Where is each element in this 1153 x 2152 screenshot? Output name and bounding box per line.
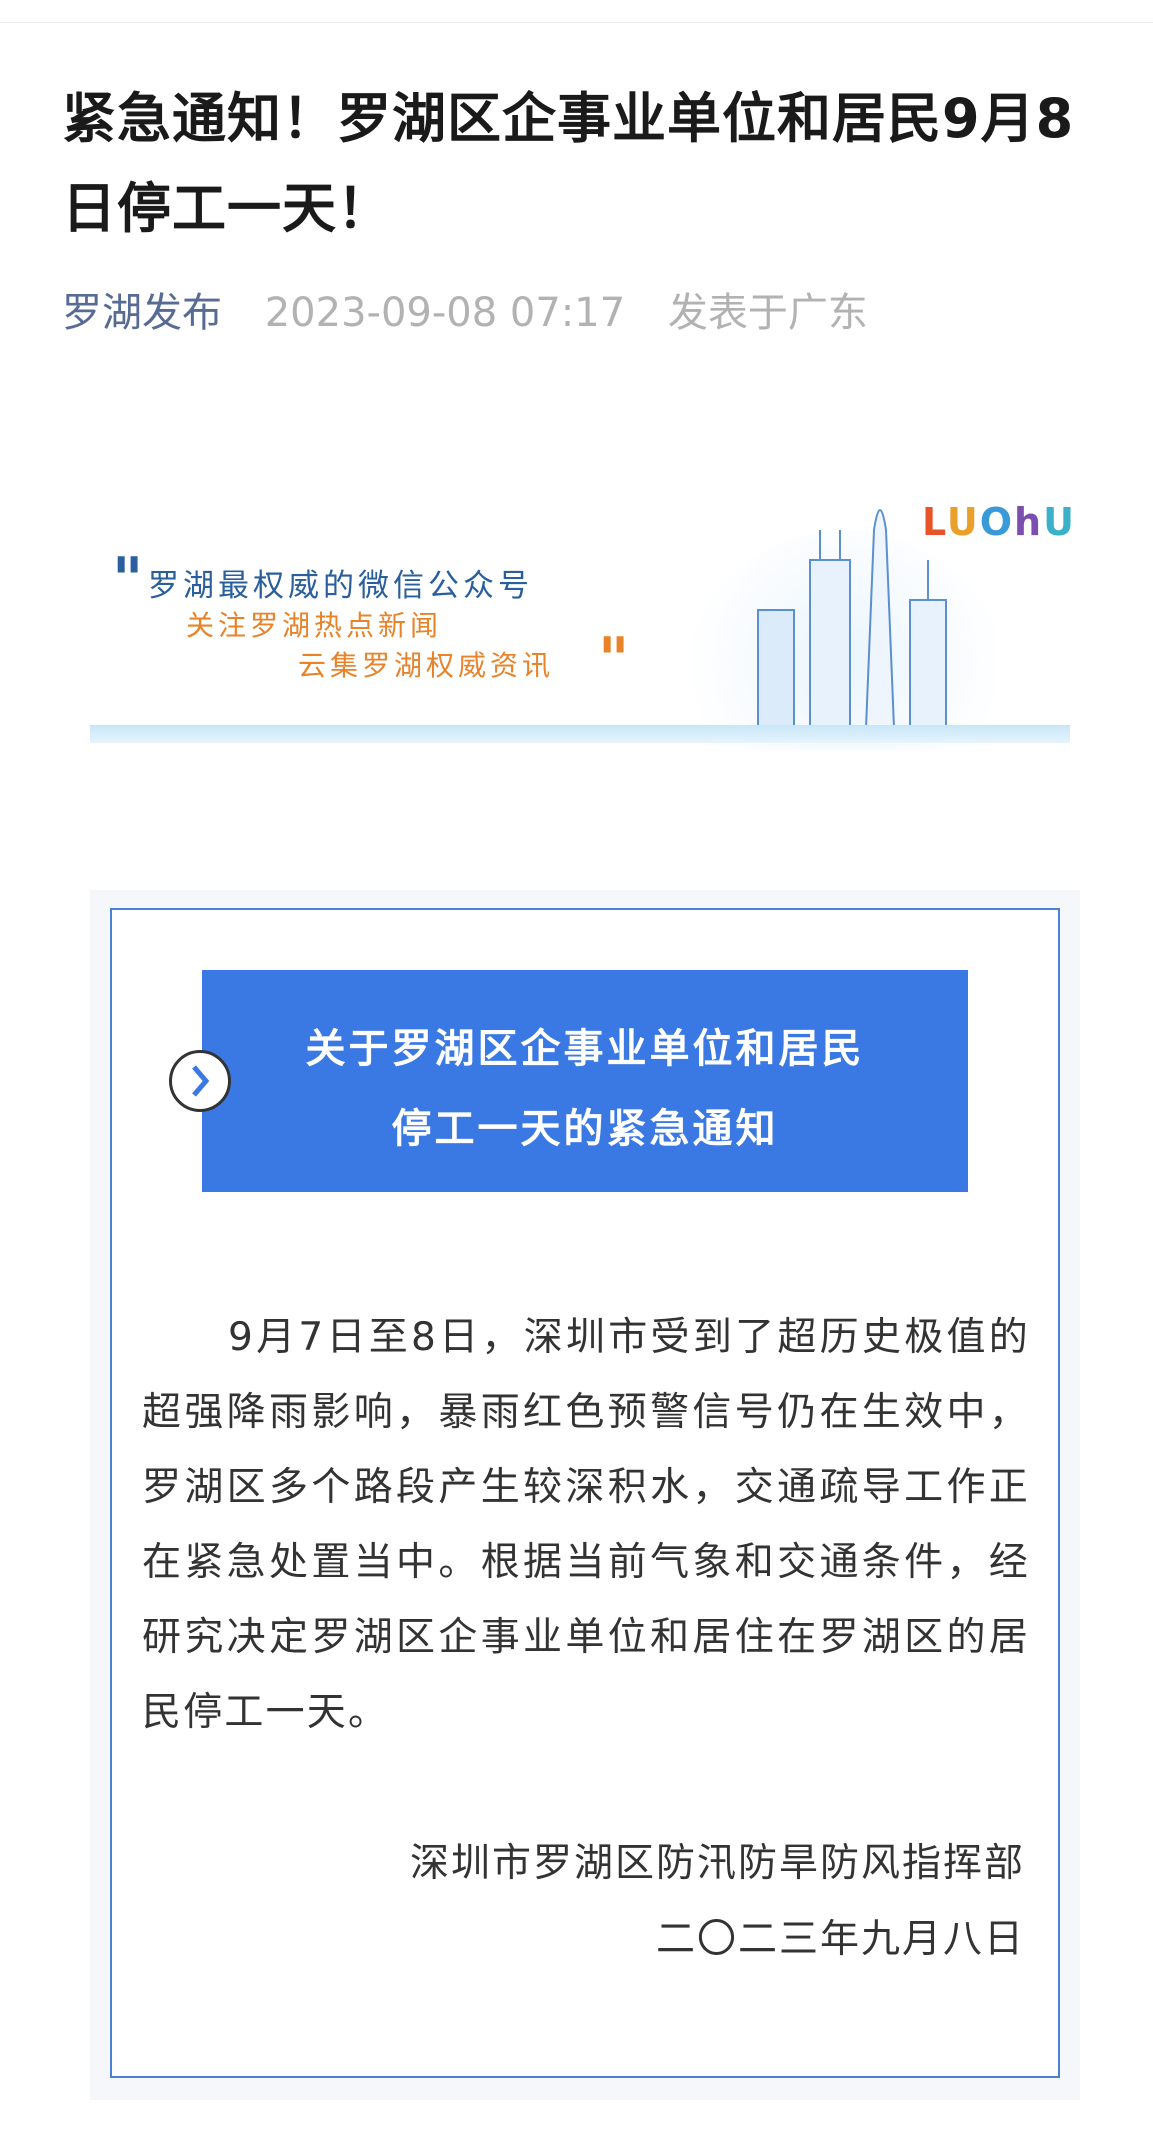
banner-line-1: 罗湖最权威的微信公众号 bbox=[148, 568, 533, 604]
publish-location: 发表于广东 bbox=[667, 290, 868, 336]
top-divider bbox=[0, 22, 1153, 23]
signature-date: 二〇二三年九月八日 bbox=[655, 1917, 1025, 1962]
notice-heading-box: 关于罗湖区企事业单位和居民 停工一天的紧急通知 bbox=[202, 970, 968, 1192]
open-quote-icon: " bbox=[112, 545, 144, 615]
notice-heading-line-2: 停工一天的紧急通知 bbox=[391, 1106, 779, 1152]
banner-base-strip bbox=[90, 725, 1070, 743]
account-banner-image: " 罗湖最权威的微信公众号 关注罗湖热点新闻 云集罗湖权威资讯 " LUOhU bbox=[90, 470, 1074, 750]
publish-date: 2023-09-08 07:17 bbox=[264, 290, 626, 336]
banner-line-2: 关注罗湖热点新闻 bbox=[186, 609, 443, 642]
notice-body: 9月7日至8日，深圳市受到了超历史极值的超强降雨影响，暴雨红色预警信号仍在生效中… bbox=[142, 1315, 1030, 1735]
article-meta: 罗湖发布 2023-09-08 07:17 发表于广东 bbox=[62, 288, 868, 338]
article-title: 紧急通知！罗湖区企事业单位和居民9月8日停工一天！ bbox=[62, 87, 1075, 240]
banner-line-3: 云集罗湖权威资讯 bbox=[298, 649, 555, 682]
chevron-right-icon bbox=[169, 1050, 231, 1112]
signature-organization: 深圳市罗湖区防汛防旱防风指挥部 bbox=[409, 1841, 1025, 1886]
notice-heading-line-1: 关于罗湖区企事业单位和居民 bbox=[305, 1026, 865, 1072]
account-name-link[interactable]: 罗湖发布 bbox=[62, 290, 222, 336]
close-quote-icon: " bbox=[598, 625, 630, 695]
luohu-logo: LUOhU bbox=[922, 500, 1076, 544]
